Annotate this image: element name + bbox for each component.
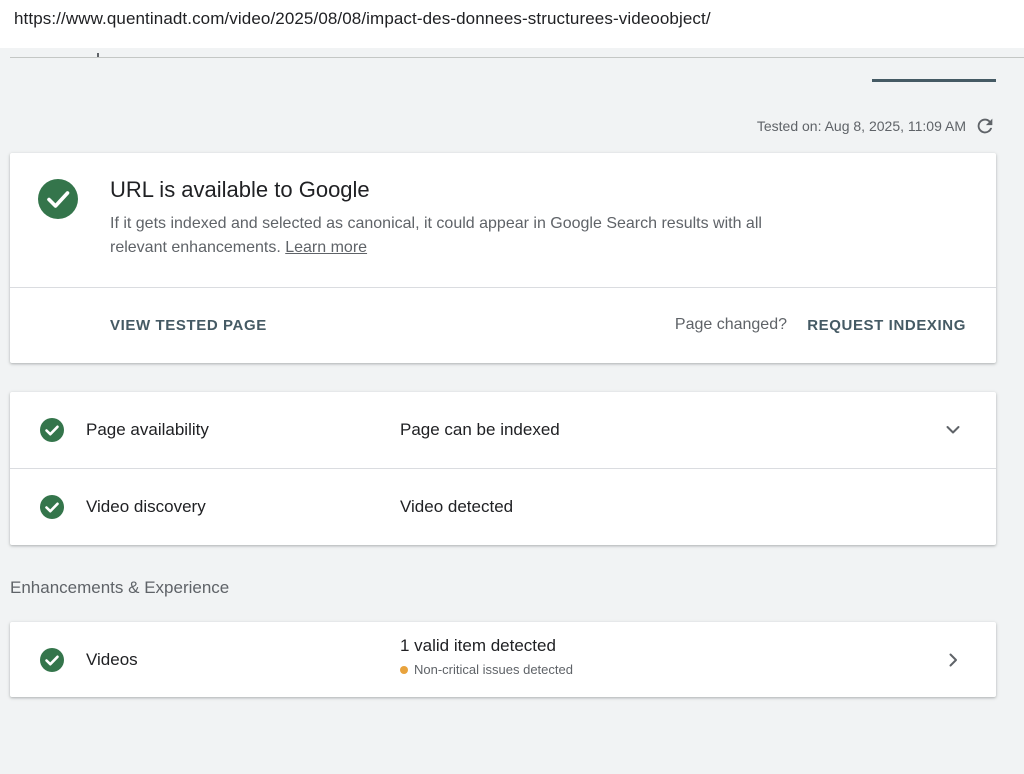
enhancements-section-title: Enhancements & Experience <box>10 578 230 597</box>
check-circle-icon <box>40 495 64 519</box>
check-label: Video discovery <box>86 497 206 516</box>
learn-more-link[interactable]: Learn more <box>285 239 367 256</box>
tested-on-text: Tested on: Aug 8, 2025, 11:09 AM <box>756 118 966 134</box>
warning-dot-icon <box>400 665 408 674</box>
enhancement-note-text: Non-critical issues detected <box>414 662 573 677</box>
enhancements-card: Videos 1 valid item detected Non-critica… <box>10 622 996 697</box>
check-value: Page can be indexed <box>400 420 560 439</box>
refresh-icon[interactable] <box>974 115 996 137</box>
check-label: Page availability <box>86 420 209 439</box>
enhancement-row-videos[interactable]: Videos 1 valid item detected Non-critica… <box>10 622 996 697</box>
address-bar[interactable]: https://www.quentinadt.com/video/2025/08… <box>0 0 1024 48</box>
checks-card: Page availability Page can be indexed Vi… <box>10 392 996 545</box>
card-divider <box>10 287 996 288</box>
active-tab-indicator <box>872 79 996 82</box>
tab-divider <box>10 57 1024 58</box>
check-circle-icon <box>40 418 64 442</box>
check-circle-icon <box>40 648 64 672</box>
check-circle-icon <box>38 179 78 219</box>
request-indexing-button[interactable]: REQUEST INDEXING <box>807 317 966 334</box>
view-tested-page-button[interactable]: VIEW TESTED PAGE <box>110 317 267 334</box>
url-text[interactable]: https://www.quentinadt.com/video/2025/08… <box>14 9 711 29</box>
tested-on-row: Tested on: Aug 8, 2025, 11:09 AM <box>757 114 996 138</box>
enhancement-label: Videos <box>86 650 138 669</box>
page-changed-label: Page changed? <box>674 316 787 333</box>
chevron-right-icon[interactable] <box>943 650 963 670</box>
enhancement-value: 1 valid item detected <box>400 636 556 655</box>
url-status-card: URL is available to Google If it gets in… <box>10 153 996 363</box>
check-value: Video detected <box>400 497 514 516</box>
chevron-down-icon[interactable] <box>943 420 963 440</box>
status-description-text: If it gets indexed and selected as canon… <box>110 215 762 256</box>
enhancement-note: Non-critical issues detected <box>400 662 573 677</box>
status-description: If it gets indexed and selected as canon… <box>110 212 810 260</box>
check-row-page-availability[interactable]: Page availability Page can be indexed <box>10 392 996 468</box>
check-row-video-discovery: Video discovery Video detected <box>10 469 996 545</box>
status-title: URL is available to Google <box>110 177 370 202</box>
